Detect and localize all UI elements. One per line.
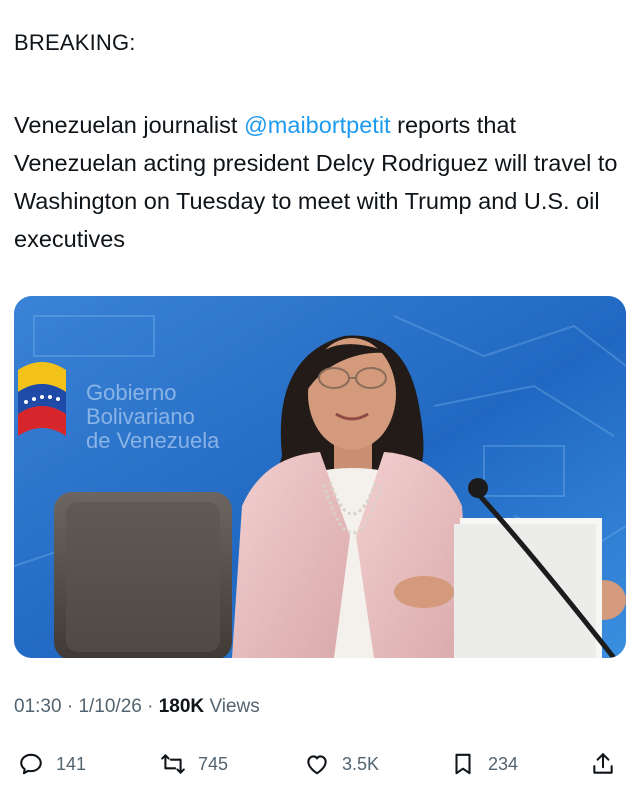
- share-icon: [593, 753, 613, 774]
- meta-separator: ·: [147, 696, 154, 717]
- tweet-photo[interactable]: Gobierno Bolivariano de Venezuela: [14, 296, 626, 658]
- backdrop-text: de Venezuela: [86, 428, 220, 453]
- action-bar: 141 745 3.5K 234: [0, 744, 626, 784]
- bookmark-button[interactable]: 234: [450, 744, 518, 784]
- like-icon: [307, 755, 327, 775]
- reply-button[interactable]: 141: [18, 744, 86, 784]
- reply-icon: [20, 753, 42, 775]
- tweet-date[interactable]: 1/10/26: [78, 696, 141, 717]
- like-button[interactable]: 3.5K: [304, 744, 379, 784]
- backdrop-text: Bolivariano: [86, 404, 195, 429]
- repost-icon: [161, 754, 185, 774]
- repost-button[interactable]: 745: [160, 744, 228, 784]
- photo-illustration: Gobierno Bolivariano de Venezuela: [14, 296, 626, 658]
- repost-count: 745: [198, 753, 229, 774]
- mention-link[interactable]: @maibortpetit: [244, 112, 391, 138]
- tweet-text-part: Venezuelan journalist: [14, 112, 244, 138]
- bookmark-count: 234: [488, 753, 519, 774]
- tweet-heading: BREAKING:: [14, 30, 136, 55]
- tweet-text: Venezuelan journalist @maibortpetit repo…: [14, 106, 618, 258]
- meta-separator: ·: [66, 696, 74, 717]
- backdrop-text: Gobierno: [86, 380, 177, 405]
- tweet-time[interactable]: 01:30: [14, 696, 62, 717]
- share-button[interactable]: [590, 744, 616, 784]
- like-count: 3.5K: [342, 753, 380, 774]
- views-label: Views: [209, 696, 260, 717]
- tweet-meta: 01:30 · 1/10/26 · 180K Views: [14, 696, 260, 718]
- bookmark-icon: [455, 753, 471, 775]
- views-count: 180K: [158, 696, 205, 717]
- reply-count: 141: [56, 753, 87, 774]
